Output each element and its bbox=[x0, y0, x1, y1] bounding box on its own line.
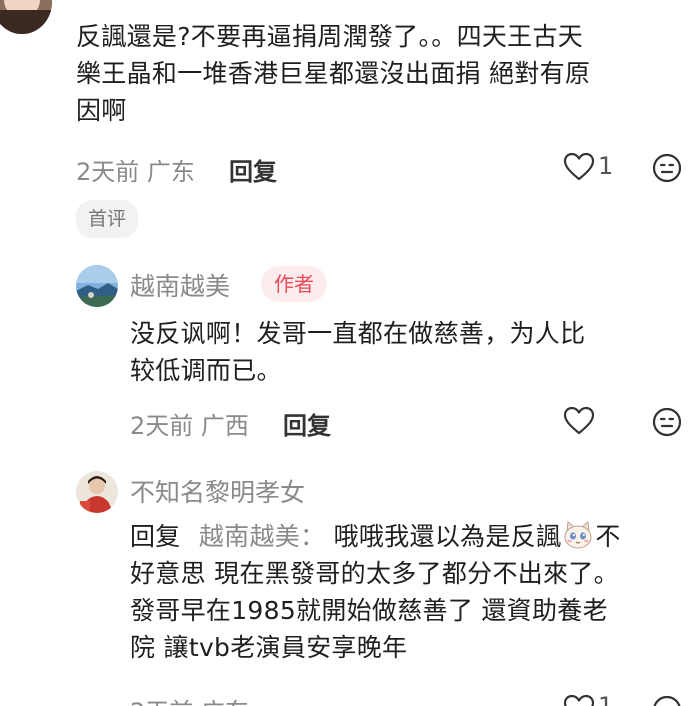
comment3-reply-target[interactable]: 越南越美： bbox=[199, 522, 326, 551]
comment1-text-line2: 樂王晶和一堆香港巨星都還沒出面捐 絕對有原 bbox=[76, 59, 591, 88]
comment1-text-line1: 反諷還是?不要再逼捐周潤發了。。四天王古天 bbox=[76, 22, 584, 51]
avatar-comment2[interactable] bbox=[76, 265, 118, 307]
comment1-text: 反諷還是?不要再逼捐周潤發了。。四天王古天 樂王晶和一堆香港巨星都還沒出面捐 絕… bbox=[76, 18, 696, 129]
author-tag-badge: 作者 bbox=[261, 266, 327, 302]
cat-emoji-icon bbox=[562, 519, 594, 551]
avatar-comment3[interactable] bbox=[76, 471, 118, 513]
comment3-text-line1-a: 哦哦我還以為是反諷 bbox=[333, 522, 562, 551]
comment3-text-line1: 回复 越南越美： 哦哦我還以為是反諷 不 bbox=[130, 518, 700, 555]
comment3-username[interactable]: 不知名黎明孝女 bbox=[130, 473, 305, 509]
comment1-reply-button[interactable]: 回复 bbox=[229, 152, 277, 187]
comment2-text-line2: 较低调而已。 bbox=[130, 356, 282, 385]
first-comment-badge: 首评 bbox=[76, 200, 139, 238]
comment3-reply-prefix: 回复 bbox=[130, 522, 181, 551]
comment3-text-line4: 院 讓tvb老演員安享晚年 bbox=[130, 633, 408, 662]
comment3-like-count: 1 bbox=[598, 692, 614, 706]
heart-outline-icon[interactable] bbox=[563, 694, 595, 706]
emoji-face-icon[interactable] bbox=[651, 152, 683, 184]
comment1-like-count: 1 bbox=[598, 152, 614, 180]
comment1-text-line3: 因啊 bbox=[76, 96, 127, 125]
comment1-time-location: 2天前 广东 bbox=[76, 158, 195, 186]
comment2-time-location: 2天前 广西 bbox=[130, 412, 249, 440]
comment2-reply-button[interactable]: 回复 bbox=[283, 406, 331, 441]
comment3-text: 回复 越南越美： 哦哦我還以為是反諷 不 好意思 現在黑發哥的太多了都分不出來了… bbox=[130, 518, 700, 666]
comment2-username[interactable]: 越南越美 bbox=[130, 267, 230, 303]
emoji-face-icon[interactable] bbox=[651, 694, 683, 706]
comment2-text: 没反讽啊！发哥一直都在做慈善，为人比 较低调而已。 bbox=[130, 315, 690, 389]
comment2-text-line1: 没反讽啊！发哥一直都在做慈善，为人比 bbox=[130, 319, 586, 348]
avatar-comment1[interactable] bbox=[0, 0, 52, 34]
comment3-time-location: 2天前 广东 bbox=[130, 692, 249, 706]
comment3-text-line2: 好意思 現在黑發哥的太多了都分不出來了。 bbox=[130, 559, 619, 588]
emoji-face-icon[interactable] bbox=[651, 406, 683, 438]
comment3-text-line1-b: 不 bbox=[595, 522, 621, 551]
comment3-text-line3: 發哥早在1985就開始做慈善了 還資助養老 bbox=[130, 596, 608, 625]
heart-outline-icon[interactable] bbox=[563, 152, 595, 182]
heart-outline-icon[interactable] bbox=[563, 406, 595, 436]
